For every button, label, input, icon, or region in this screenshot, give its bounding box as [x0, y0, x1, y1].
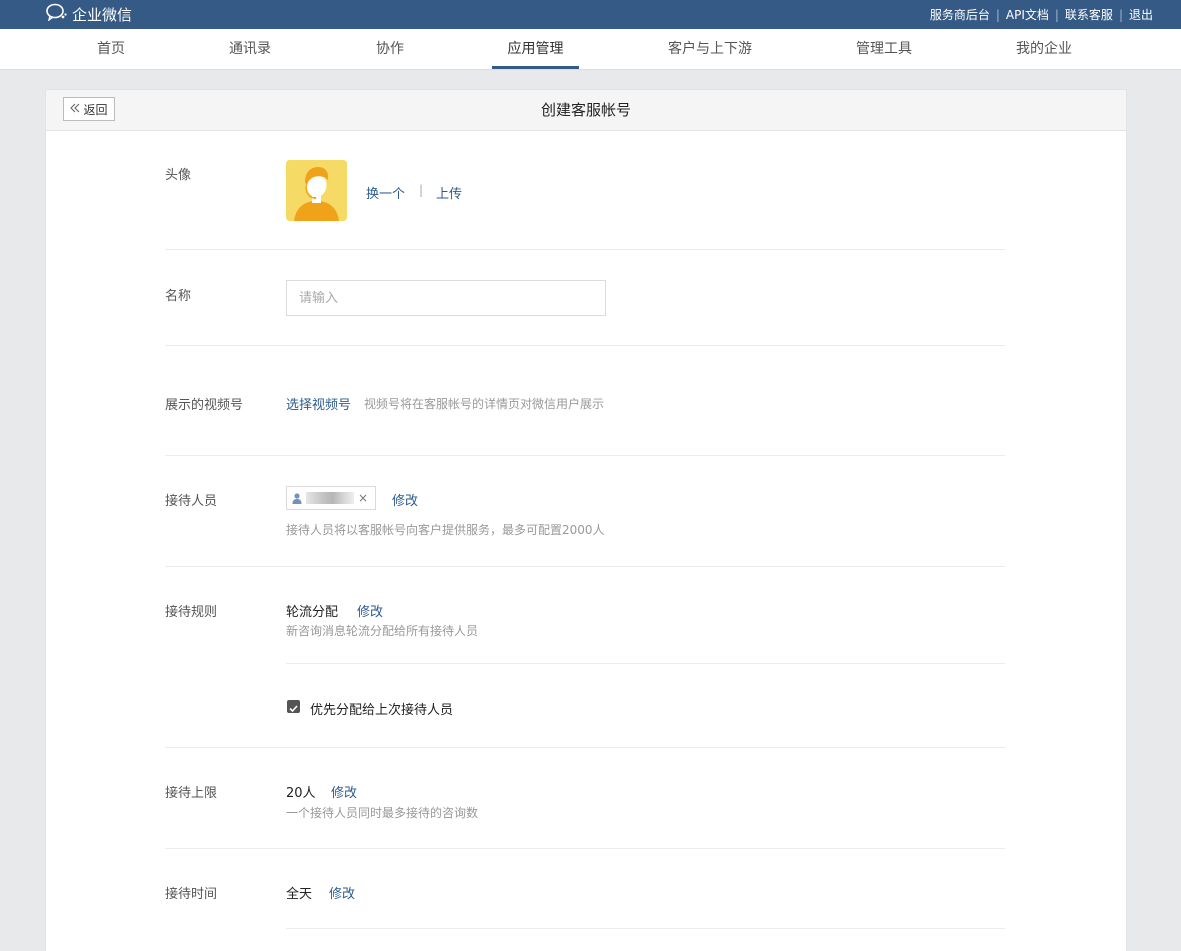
rule-label: 接待规则 [165, 605, 218, 620]
row-divider [165, 345, 1005, 346]
select-video-account-link[interactable]: 选择视频号 [286, 394, 351, 413]
row-divider [165, 566, 1005, 567]
modify-rule-link[interactable]: 修改 [357, 601, 383, 620]
avatar-label: 头像 [165, 168, 192, 183]
card-header: 返回 创建客服帐号 [46, 90, 1126, 131]
contact-support-link[interactable]: 联系客服 [1065, 6, 1113, 23]
row-divider [286, 928, 1005, 929]
page-title: 创建客服帐号 [540, 101, 631, 119]
video-account-label: 展示的视频号 [165, 398, 244, 413]
nav-my-enterprise[interactable]: 我的企业 [1010, 29, 1078, 69]
customer-service-avatar-icon [286, 160, 347, 221]
create-account-card: 返回 创建客服帐号 头像 换一个 | 上传 名称 展示的视频号 选择视频号 视频… [45, 89, 1127, 951]
top-bar: 企业微信 服务商后台 | API文档 | 联系客服 | 退出 [0, 0, 1181, 29]
row-divider [165, 747, 1005, 748]
nav-collaboration[interactable]: 协作 [370, 29, 410, 69]
nav-app-management[interactable]: 应用管理 [492, 29, 579, 69]
checkmark-icon [289, 705, 298, 713]
row-divider [165, 455, 1005, 456]
link-separator: | [1118, 7, 1123, 22]
avatar-link-separator: | [419, 183, 424, 197]
wecom-logo-icon [46, 3, 68, 25]
modify-limit-link[interactable]: 修改 [331, 782, 357, 801]
row-divider [165, 249, 1005, 250]
nav-customers[interactable]: 客户与上下游 [664, 29, 756, 69]
time-label: 接待时间 [165, 887, 218, 902]
modify-time-link[interactable]: 修改 [329, 883, 355, 902]
link-separator: | [1054, 7, 1059, 22]
staff-hint: 接待人员将以客服帐号向客户提供服务，最多可配置2000人 [286, 523, 605, 537]
nav-contacts[interactable]: 通讯录 [225, 29, 275, 69]
top-links: 服务商后台 | API文档 | 联系客服 | 退出 [930, 0, 1153, 29]
remove-staff-icon[interactable]: × [358, 491, 368, 505]
main-nav: 首页 通讯录 协作 应用管理 客户与上下游 管理工具 我的企业 [0, 29, 1181, 70]
rule-value: 轮流分配 [286, 605, 339, 620]
name-label: 名称 [165, 289, 192, 304]
row-divider [165, 848, 1005, 849]
api-docs-link[interactable]: API文档 [1006, 6, 1049, 23]
name-input[interactable] [286, 280, 606, 316]
priority-checkbox-label[interactable]: 优先分配给上次接待人员 [310, 699, 453, 718]
service-provider-link[interactable]: 服务商后台 [930, 6, 990, 23]
logout-link[interactable]: 退出 [1129, 6, 1153, 23]
app-logo[interactable]: 企业微信 [46, 3, 133, 25]
staff-label: 接待人员 [165, 494, 218, 509]
logo-text: 企业微信 [72, 5, 133, 24]
time-value: 全天 [286, 887, 313, 902]
link-separator: | [995, 7, 1000, 22]
video-account-hint: 视频号将在客服帐号的详情页对微信用户展示 [364, 397, 605, 411]
limit-value: 20人 [286, 786, 316, 801]
priority-checkbox[interactable] [287, 700, 300, 713]
modify-staff-link[interactable]: 修改 [392, 490, 418, 509]
rule-hint: 新咨询消息轮流分配给所有接待人员 [286, 624, 479, 638]
change-avatar-link[interactable]: 换一个 [366, 183, 405, 202]
staff-tag: × [286, 486, 376, 510]
avatar[interactable] [286, 160, 347, 221]
staff-name-redacted [306, 492, 354, 504]
upload-avatar-link[interactable]: 上传 [436, 183, 462, 202]
nav-admin-tools[interactable]: 管理工具 [850, 29, 918, 69]
row-divider [286, 663, 1005, 664]
nav-home[interactable]: 首页 [90, 29, 132, 69]
limit-hint: 一个接待人员同时最多接待的咨询数 [286, 806, 479, 820]
person-icon [292, 489, 302, 508]
limit-label: 接待上限 [165, 786, 218, 801]
